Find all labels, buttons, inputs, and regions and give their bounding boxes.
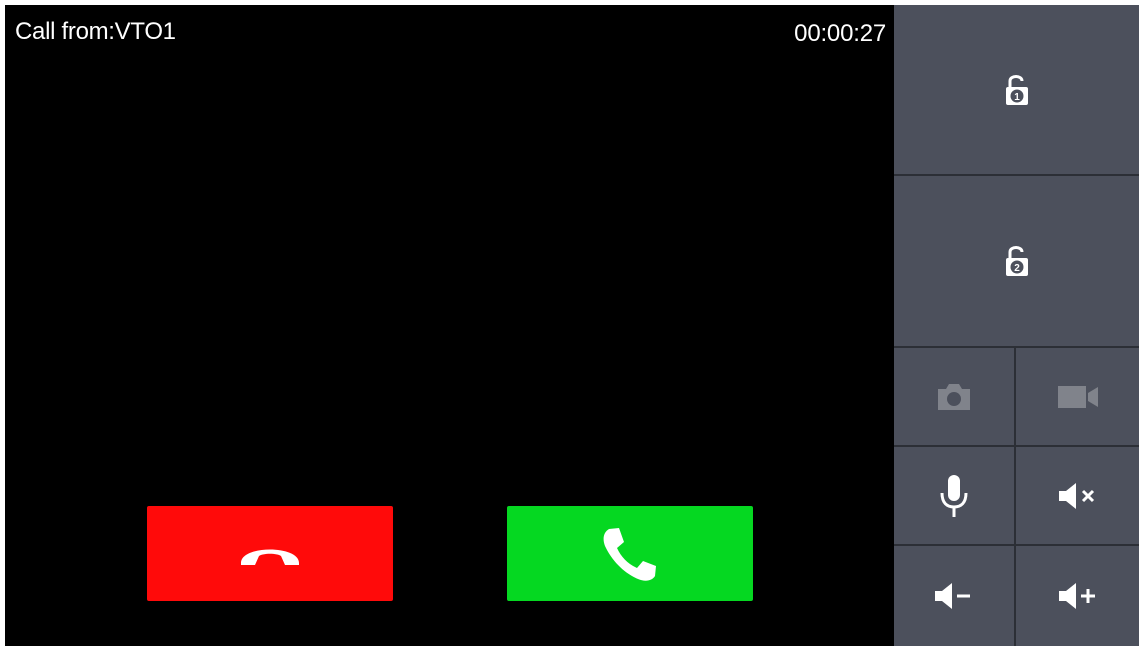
- volume-up-icon: [1058, 583, 1095, 609]
- record-button[interactable]: [1016, 348, 1139, 447]
- unlock-icon: 2: [1005, 246, 1028, 276]
- unlock-2-number: 2: [1014, 263, 1020, 274]
- call-timer: 00:00:27: [794, 20, 886, 47]
- call-screen: Call from:VTO1 00:00:27 1 2: [5, 5, 1139, 646]
- phone-answer-icon: [603, 527, 656, 581]
- volume-down-button[interactable]: [894, 546, 1016, 646]
- control-panel: 1 2: [894, 5, 1139, 646]
- microphone-button[interactable]: [894, 447, 1016, 546]
- snapshot-button[interactable]: [894, 348, 1016, 447]
- microphone-icon: [940, 474, 968, 517]
- caller-label: Call from:VTO1: [15, 18, 176, 45]
- speaker-mute-button[interactable]: [1016, 447, 1139, 546]
- speaker-mute-icon: [1058, 482, 1094, 509]
- unlock-icon: 1: [1005, 74, 1028, 105]
- answer-button[interactable]: [507, 506, 753, 601]
- unlock-1-button[interactable]: 1: [894, 5, 1139, 176]
- phone-hangup-icon: [241, 549, 299, 565]
- camera-icon: [938, 383, 970, 410]
- unlock-2-button[interactable]: 2: [894, 176, 1139, 348]
- video-camera-icon: [1057, 385, 1098, 408]
- volume-up-button[interactable]: [1016, 546, 1139, 646]
- volume-down-icon: [935, 583, 970, 609]
- unlock-1-number: 1: [1014, 92, 1020, 103]
- video-feed: Call from:VTO1 00:00:27: [5, 5, 894, 646]
- hangup-button[interactable]: [147, 506, 393, 601]
